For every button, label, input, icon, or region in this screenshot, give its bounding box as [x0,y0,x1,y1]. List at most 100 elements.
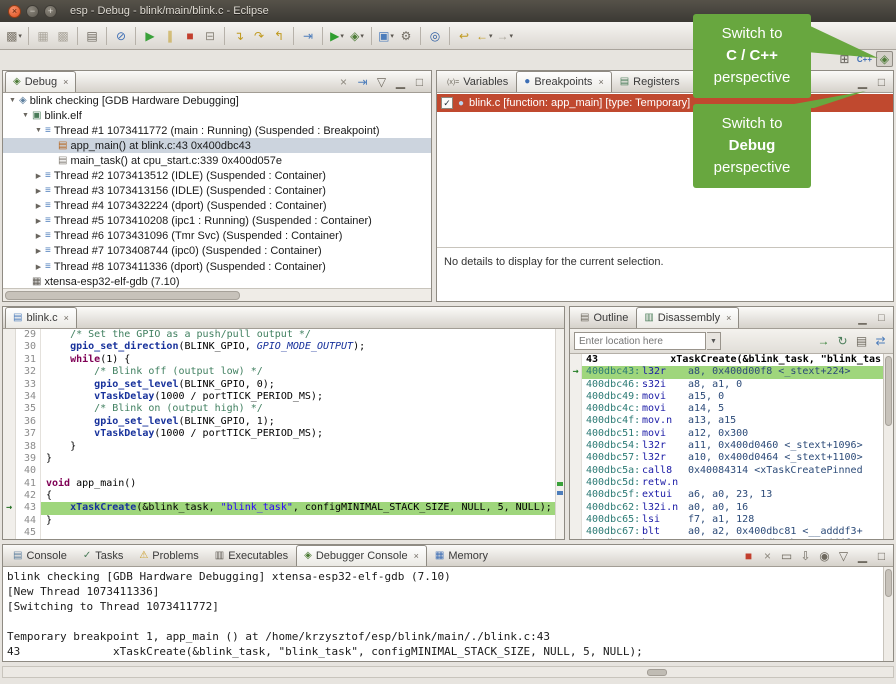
breakpoint-ruler-mark[interactable] [557,491,563,495]
line-number[interactable]: 39 [16,453,41,465]
refresh-view-icon[interactable]: ↻ [834,333,851,349]
tab-debugger-console[interactable]: ◈Debugger Console× [296,545,427,566]
marker-gutter[interactable] [3,465,16,477]
line-number[interactable]: 42 [16,490,41,502]
minimize-view-icon[interactable]: ▁ [854,74,871,90]
tab-debug[interactable]: ◈Debug× [5,71,76,92]
marker-gutter[interactable] [3,441,16,453]
tab-close-icon[interactable]: × [598,77,603,87]
expander-icon[interactable]: ▶ [33,263,44,271]
debug-tree-item[interactable]: ▶≡Thread #6 1073431096 (Tmr Svc) (Suspen… [3,229,431,244]
maximize-view-icon[interactable]: □ [873,74,890,90]
disassembly-instruction[interactable]: 400dbc57:l32ra10, 0x400d0464 <_stext+110… [570,452,883,464]
tab-disassembly[interactable]: ▥Disassembly× [636,307,739,328]
editor-line[interactable]: 41void app_main() [3,478,555,490]
editor-line[interactable]: 40 [3,465,555,477]
debugger-console-output[interactable]: blink checking [GDB Hardware Debugging] … [3,567,883,661]
open-perspective-icon[interactable]: ⊞ [836,51,853,67]
skip-all-breakpoints-icon[interactable]: ⊘ [111,25,131,47]
debug-tree-item[interactable]: ▤main_task() at cpu_start.c:339 0x400d05… [3,153,431,168]
tab-registers[interactable]: ▤Registers [612,71,688,92]
debug-tree-hscrollbar[interactable] [3,288,431,301]
view-menu-icon[interactable]: ▽ [373,74,390,90]
breakpoint-row[interactable]: ✓ ● blink.c [function: app_main] [type: … [437,94,893,112]
editor-line[interactable]: 30 gpio_set_direction(BLINK_GPIO, GPIO_M… [3,341,555,353]
current-line-ruler-mark[interactable] [557,482,563,486]
debug-tree-item[interactable]: ▶≡Thread #2 1073413512 (IDLE) (Suspended… [3,168,431,183]
instruction-pointer-icon[interactable]: → [3,502,16,514]
marker-gutter[interactable] [3,379,16,391]
disassembly-instruction[interactable]: 400dbc46:s32ia8, a1, 0 [570,379,883,391]
tab-tasks[interactable]: ✓Tasks [75,545,132,566]
last-edit-location-icon[interactable]: ↩ [454,25,474,47]
minimize-view-icon[interactable]: ▁ [854,310,871,326]
marker-gutter[interactable] [3,341,16,353]
tab-blink-c[interactable]: ▤blink.c× [5,307,77,328]
disassembly-source-line[interactable]: 43 xTaskCreate(&blink_task, "blink_tas [570,354,883,366]
marker-gutter[interactable] [3,329,16,341]
marker-gutter[interactable] [3,490,16,502]
print-icon[interactable]: ▤ [82,25,102,47]
editor-line[interactable]: 36 gpio_set_level(BLINK_GPIO, 1); [3,416,555,428]
editor-line[interactable]: 44} [3,515,555,527]
instruction-stepping-icon[interactable]: ⇥ [298,25,318,47]
disassembly-instruction[interactable]: 400dbc5a:call80x40084314 <xTaskCreatePin… [570,465,883,477]
editor-line[interactable]: 34 vTaskDelay(1000 / portTICK_PERIOD_MS)… [3,391,555,403]
disassembly-instruction[interactable]: 400dbc49:movia15, 0 [570,391,883,403]
code-editor[interactable]: 29 /* Set the GPIO as a push/pull output… [3,329,555,539]
tab-breakpoints[interactable]: ●Breakpoints× [516,71,611,92]
view-menu-icon[interactable]: ▽ [835,548,852,564]
scrollbar-thumb[interactable] [885,569,892,597]
suspend-icon[interactable]: ∥ [160,25,180,47]
editor-line[interactable]: 29 /* Set the GPIO as a push/pull output… [3,329,555,341]
line-number[interactable]: 35 [16,403,41,415]
marker-gutter[interactable] [3,515,16,527]
tab-close-icon[interactable]: × [63,77,68,87]
disassembly-instruction[interactable]: 400dbc5f:extuia6, a0, 23, 13 [570,489,883,501]
resume-icon[interactable]: ▶ [140,25,160,47]
forward-icon[interactable]: →▾ [495,25,516,47]
line-number[interactable]: 33 [16,379,41,391]
new-wizard-icon[interactable]: ▩▾ [4,25,24,47]
line-number[interactable]: 38 [16,441,41,453]
line-number[interactable]: 32 [16,366,41,378]
terminate-console-icon[interactable]: ■ [740,548,757,564]
expander-icon[interactable]: ▶ [33,172,44,180]
expander-icon[interactable]: ▼ [7,97,18,104]
expander-icon[interactable]: ▶ [33,232,44,240]
run-icon[interactable]: ▶▾ [327,25,347,47]
line-number[interactable]: 45 [16,527,41,539]
editor-line[interactable]: 37 vTaskDelay(1000 / portTICK_PERIOD_MS)… [3,428,555,440]
tab-problems[interactable]: ⚠Problems [131,545,206,566]
scrollbar-thumb[interactable] [5,291,240,300]
debug-perspective-icon[interactable]: ◈ [876,51,893,67]
scrollbar-thumb[interactable] [647,669,667,676]
debug-icon[interactable]: ◈▾ [347,25,367,47]
breakpoint-checkbox[interactable]: ✓ [441,97,453,109]
editor-line[interactable]: →43 xTaskCreate(&blink_task, "blink_task… [3,502,555,514]
step-over-icon[interactable]: ↷ [249,25,269,47]
clear-console-icon[interactable]: ▭ [778,548,795,564]
minimize-view-icon[interactable]: ▁ [854,548,871,564]
expander-icon[interactable]: ▶ [33,187,44,195]
show-source-icon[interactable]: ▤ [853,333,870,349]
marker-gutter[interactable] [3,366,16,378]
instruction-stepping-mode-icon[interactable]: ⇥ [354,74,371,90]
remove-launch-icon[interactable]: × [759,548,776,564]
step-into-icon[interactable]: ↴ [229,25,249,47]
back-icon[interactable]: ←▾ [474,25,495,47]
debug-tree-item[interactable]: ▤app_main() at blink.c:43 0x400dbc43 [3,138,431,153]
window-close-button[interactable]: × [8,5,21,18]
marker-gutter[interactable] [3,527,16,539]
editor-line[interactable]: 38 } [3,441,555,453]
tab-close-icon[interactable]: × [64,313,69,323]
window-minimize-button[interactable]: − [26,5,39,18]
maximize-view-icon[interactable]: □ [411,74,428,90]
line-number[interactable]: 43 [16,502,41,514]
disassembly-instruction[interactable]: 400dbc6a:bnonea0, a1, 0x400dbc8b <__addd… [570,538,883,539]
debug-tree-item[interactable]: ▦xtensa-esp32-elf-gdb (7.10) [3,274,431,288]
pin-console-icon[interactable]: ◉ [816,548,833,564]
expander-icon[interactable]: ▼ [20,112,31,119]
editor-line[interactable]: 35 /* Blink on (output high) */ [3,403,555,415]
marker-gutter[interactable] [3,391,16,403]
